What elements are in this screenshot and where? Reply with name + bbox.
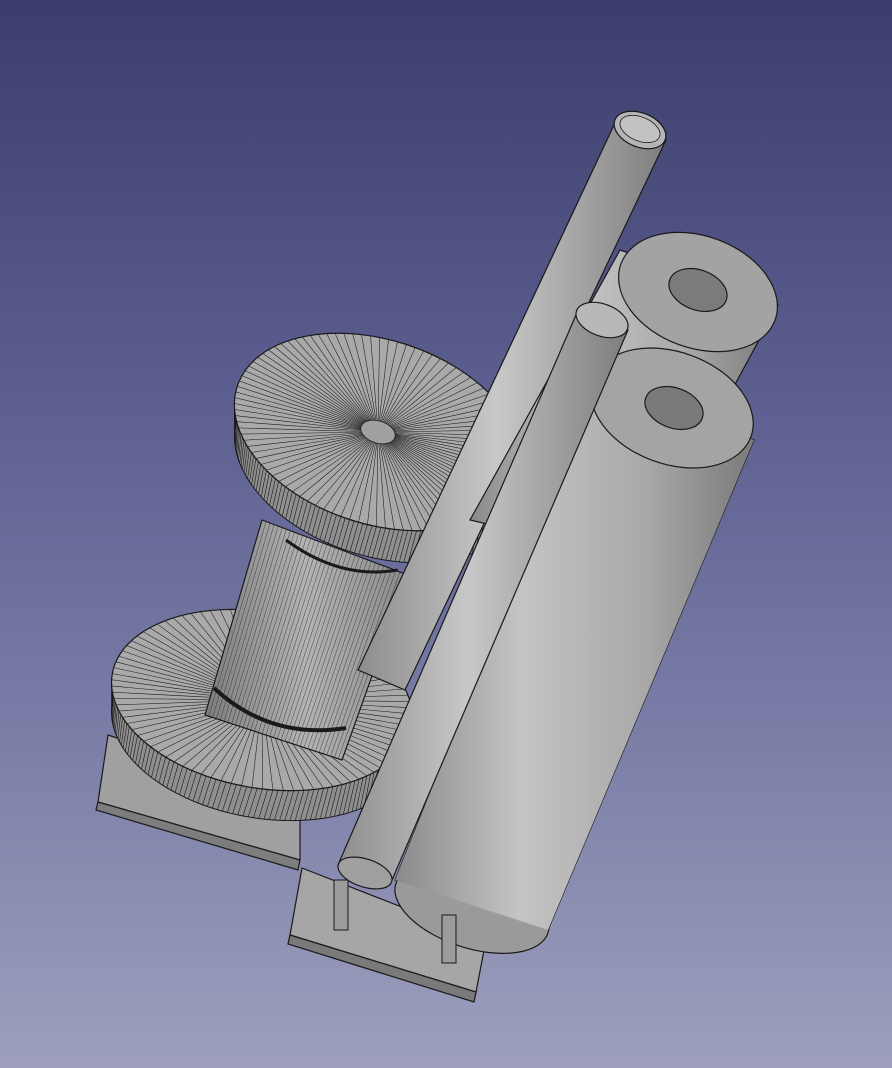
3d-viewport[interactable] — [0, 0, 892, 1068]
model-view[interactable] — [0, 0, 892, 1068]
